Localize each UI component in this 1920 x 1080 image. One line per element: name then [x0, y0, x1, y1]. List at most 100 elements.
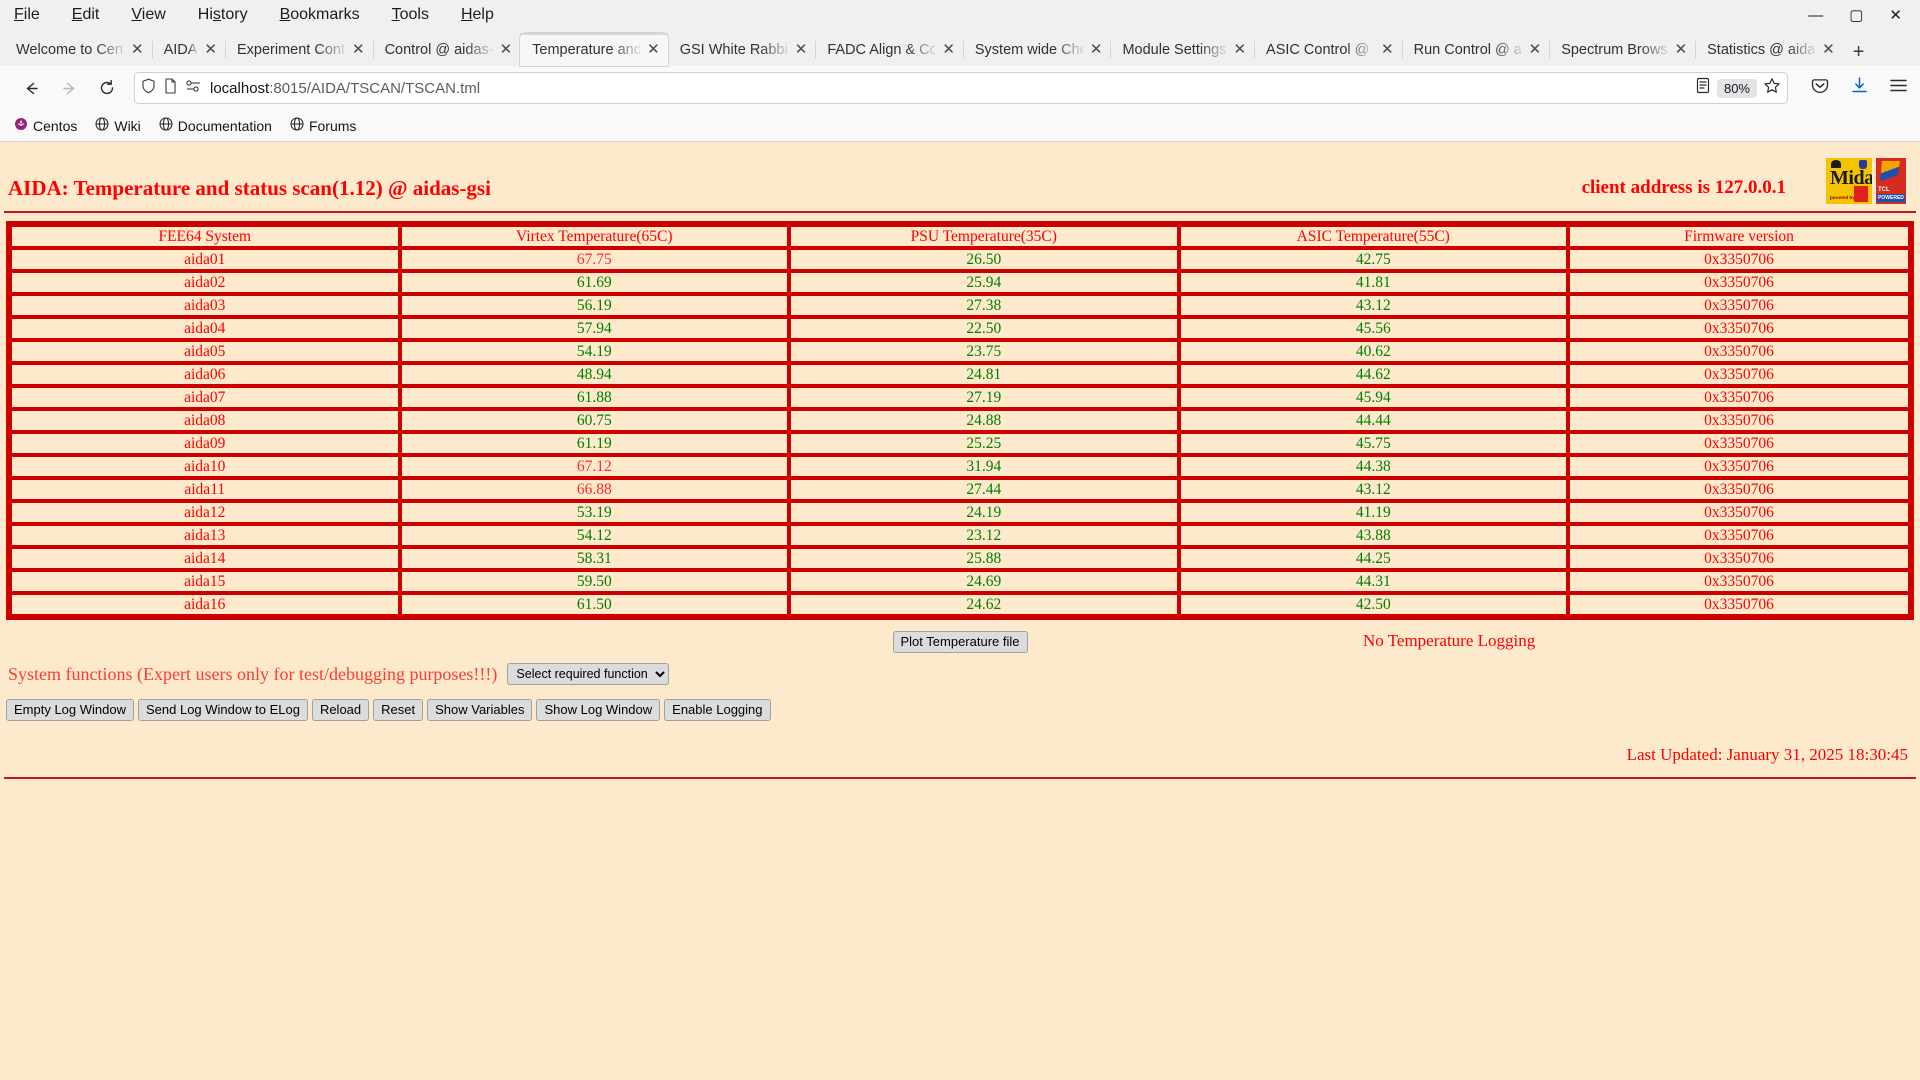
browser-tab[interactable]: Welcome to Cent ✕	[4, 33, 152, 66]
bookmark-star-icon[interactable]	[1763, 77, 1781, 100]
asic-temp-cell: 42.50	[1178, 593, 1568, 616]
tab-close-icon[interactable]: ✕	[795, 42, 808, 57]
menu-item-edit[interactable]: Edit	[68, 4, 104, 26]
firmware-version-cell: 0x3350706	[1568, 570, 1910, 593]
virtex-temp-cell: 54.12	[399, 524, 789, 547]
action-button[interactable]: Enable Logging	[664, 699, 771, 721]
permissions-icon[interactable]	[185, 79, 202, 98]
reader-mode-icon[interactable]	[1695, 77, 1711, 99]
browser-tab[interactable]: Control @ aidas- ✕	[372, 33, 521, 66]
action-button[interactable]: Show Log Window	[536, 699, 661, 721]
column-header: Firmware version	[1568, 225, 1910, 248]
browser-tab[interactable]: FADC Align & Co ✕	[815, 33, 963, 66]
tab-close-icon[interactable]: ✕	[1822, 42, 1835, 57]
browser-tab[interactable]: Temperature and ✕	[520, 33, 668, 66]
browser-tab[interactable]: GSI White Rabbit ✕	[667, 33, 816, 66]
controls-row: Plot Temperature file No Temperature Log…	[0, 631, 1920, 653]
app-menu-icon[interactable]	[1889, 78, 1908, 98]
zoom-level-badge[interactable]: 80%	[1716, 78, 1757, 98]
tab-close-icon[interactable]: ✕	[352, 42, 365, 57]
virtex-temp-cell: 61.69	[399, 271, 789, 294]
psu-temp-cell: 24.81	[789, 363, 1179, 386]
downloads-icon[interactable]	[1850, 76, 1869, 100]
tab-close-icon[interactable]: ✕	[1529, 42, 1542, 57]
temperature-scan-table: FEE64 System Virtex Temperature(65C) PSU T…	[6, 221, 1914, 620]
tab-close-icon[interactable]: ✕	[500, 42, 513, 57]
tab-close-icon[interactable]: ✕	[131, 42, 144, 57]
tab-close-icon[interactable]: ✕	[942, 42, 955, 57]
bookmark-item[interactable]: Centos	[8, 115, 83, 136]
pocket-icon[interactable]	[1810, 76, 1830, 101]
browser-tab[interactable]: Module Settings ✕	[1110, 33, 1254, 66]
firmware-version-cell: 0x3350706	[1568, 478, 1910, 501]
browser-tab[interactable]: ASIC Control @ a ✕	[1254, 33, 1402, 66]
tab-close-icon[interactable]: ✕	[1090, 42, 1103, 57]
browser-tab[interactable]: Spectrum Brows ✕	[1549, 33, 1695, 66]
page-document-icon[interactable]	[164, 77, 177, 99]
browser-tab[interactable]: System wide Che ✕	[962, 33, 1111, 66]
psu-temp-cell: 24.88	[789, 409, 1179, 432]
virtex-temp-cell: 57.94	[399, 317, 789, 340]
plot-temperature-file-button[interactable]: Plot Temperature file	[892, 631, 1028, 653]
browser-tab[interactable]: AIDA ✕	[151, 33, 225, 66]
page-header: AIDA: Temperature and status scan(1.12) …	[0, 142, 1920, 201]
tab-close-icon[interactable]: ✕	[647, 42, 660, 57]
function-select[interactable]: Select required function	[507, 663, 670, 685]
browser-tab[interactable]: Statistics @ aida ✕	[1695, 33, 1843, 66]
table-row: aida13 54.12 23.12 43.88 0x3350706	[10, 524, 1910, 547]
bookmark-item[interactable]: Forums	[284, 115, 362, 136]
tab-close-icon[interactable]: ✕	[204, 42, 217, 57]
tab-close-icon[interactable]: ✕	[1233, 42, 1246, 57]
back-icon[interactable]	[12, 72, 50, 104]
table-row: aida02 61.69 25.94 41.81 0x3350706	[10, 271, 1910, 294]
fee64-system-cell: aida07	[10, 386, 400, 409]
menu-item-bookmarks[interactable]: Bookmarks	[276, 4, 364, 26]
address-bar[interactable]: localhost:8015/AIDA/TSCAN/TSCAN.tml 80%	[134, 72, 1788, 104]
action-button[interactable]: Empty Log Window	[6, 699, 134, 721]
fee64-system-cell: aida15	[10, 570, 400, 593]
tab-close-icon[interactable]: ✕	[1381, 42, 1394, 57]
menu-item-tools[interactable]: Tools	[388, 4, 433, 26]
bookmark-item[interactable]: Wiki	[89, 115, 146, 136]
new-tab-button[interactable]: +	[1843, 42, 1875, 66]
table-row: aida01 67.75 26.50 42.75 0x3350706	[10, 248, 1910, 271]
minimize-icon[interactable]: —	[1808, 8, 1823, 23]
system-functions-label: System functions (Expert users only for …	[8, 663, 498, 684]
virtex-temp-cell: 66.88	[399, 478, 789, 501]
column-header: FEE64 System	[10, 225, 400, 248]
tab-close-icon[interactable]: ✕	[1675, 42, 1688, 57]
action-button[interactable]: Send Log Window to ELog	[138, 699, 308, 721]
table-row: aida09 61.19 25.25 45.75 0x3350706	[10, 432, 1910, 455]
action-button[interactable]: Reset	[373, 699, 424, 721]
firmware-version-cell: 0x3350706	[1568, 432, 1910, 455]
psu-temp-cell: 24.69	[789, 570, 1179, 593]
virtex-temp-cell: 67.12	[399, 455, 789, 478]
bookmark-item[interactable]: Documentation	[153, 115, 278, 136]
browser-tab[interactable]: Experiment Cont ✕	[225, 33, 373, 66]
psu-temp-cell: 24.19	[789, 501, 1179, 524]
tab-label: Control @ aidas-	[384, 41, 493, 58]
close-icon[interactable]: ✕	[1889, 8, 1902, 23]
reload-icon[interactable]	[88, 72, 126, 104]
menu-item-file[interactable]: File	[10, 4, 44, 26]
tab-label: AIDA	[163, 41, 198, 58]
tab-label: FADC Align & Co	[827, 41, 936, 58]
shield-icon[interactable]	[141, 78, 156, 99]
maximize-icon[interactable]: ▢	[1849, 8, 1863, 23]
fee64-system-cell: aida13	[10, 524, 400, 547]
forward-icon[interactable]	[50, 72, 88, 104]
psu-temp-cell: 23.75	[789, 340, 1179, 363]
virtex-temp-cell: 61.50	[399, 593, 789, 616]
firmware-version-cell: 0x3350706	[1568, 386, 1910, 409]
plot-button-wrap: Plot Temperature file No Temperature Log…	[0, 631, 1920, 653]
tab-label: GSI White Rabbit	[679, 41, 788, 58]
page-title: AIDA: Temperature and status scan(1.12) …	[8, 176, 491, 200]
action-button[interactable]: Show Variables	[427, 699, 533, 721]
browser-tab[interactable]: Run Control @ ai ✕	[1401, 33, 1550, 66]
header-divider	[4, 211, 1916, 213]
menu-item-help[interactable]: Help	[457, 4, 498, 26]
menu-item-view[interactable]: View	[127, 4, 169, 26]
menu-bar: File Edit View History Bookmarks Tools H…	[0, 0, 1920, 30]
action-button[interactable]: Reload	[311, 699, 370, 721]
menu-item-history[interactable]: History	[194, 4, 252, 26]
